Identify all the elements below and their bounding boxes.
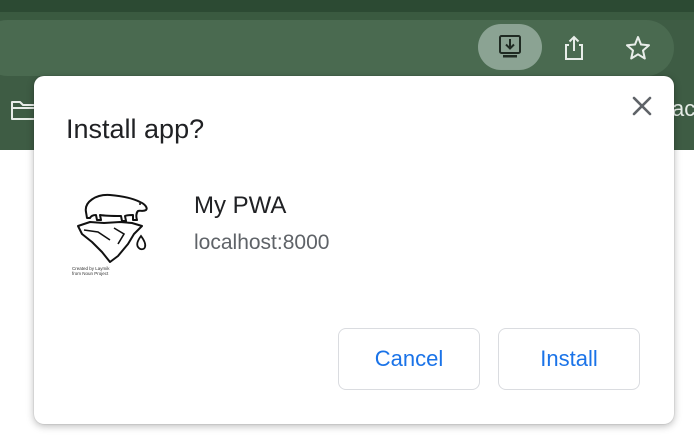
install-app-button[interactable] <box>478 24 542 70</box>
bookmark-star-icon <box>626 36 650 60</box>
app-name: My PWA <box>194 192 287 219</box>
install-button[interactable]: Install <box>498 328 640 390</box>
cancel-button[interactable]: Cancel <box>338 328 480 390</box>
dialog-title: Install app? <box>66 114 205 144</box>
browser-frame-top <box>0 0 694 12</box>
close-icon <box>632 96 652 116</box>
icon-credit-line: from Noun Project <box>72 271 109 276</box>
app-origin: localhost:8000 <box>194 231 330 254</box>
install-app-icon <box>499 35 521 58</box>
install-dialog: Install app? Created by Laymik from Noun… <box>34 76 674 424</box>
browser-frame-top-shadow <box>0 12 694 20</box>
icon-credit: Created by Laymik from Noun Project <box>72 266 110 276</box>
bookmark-overflow-label[interactable]: act <box>672 96 694 122</box>
bookmark-star-button[interactable] <box>618 28 658 68</box>
close-button[interactable] <box>628 92 656 120</box>
app-icon <box>70 182 160 276</box>
polar-bear-iceberg-icon <box>77 193 148 263</box>
share-button[interactable] <box>554 28 594 68</box>
share-icon <box>565 35 583 60</box>
